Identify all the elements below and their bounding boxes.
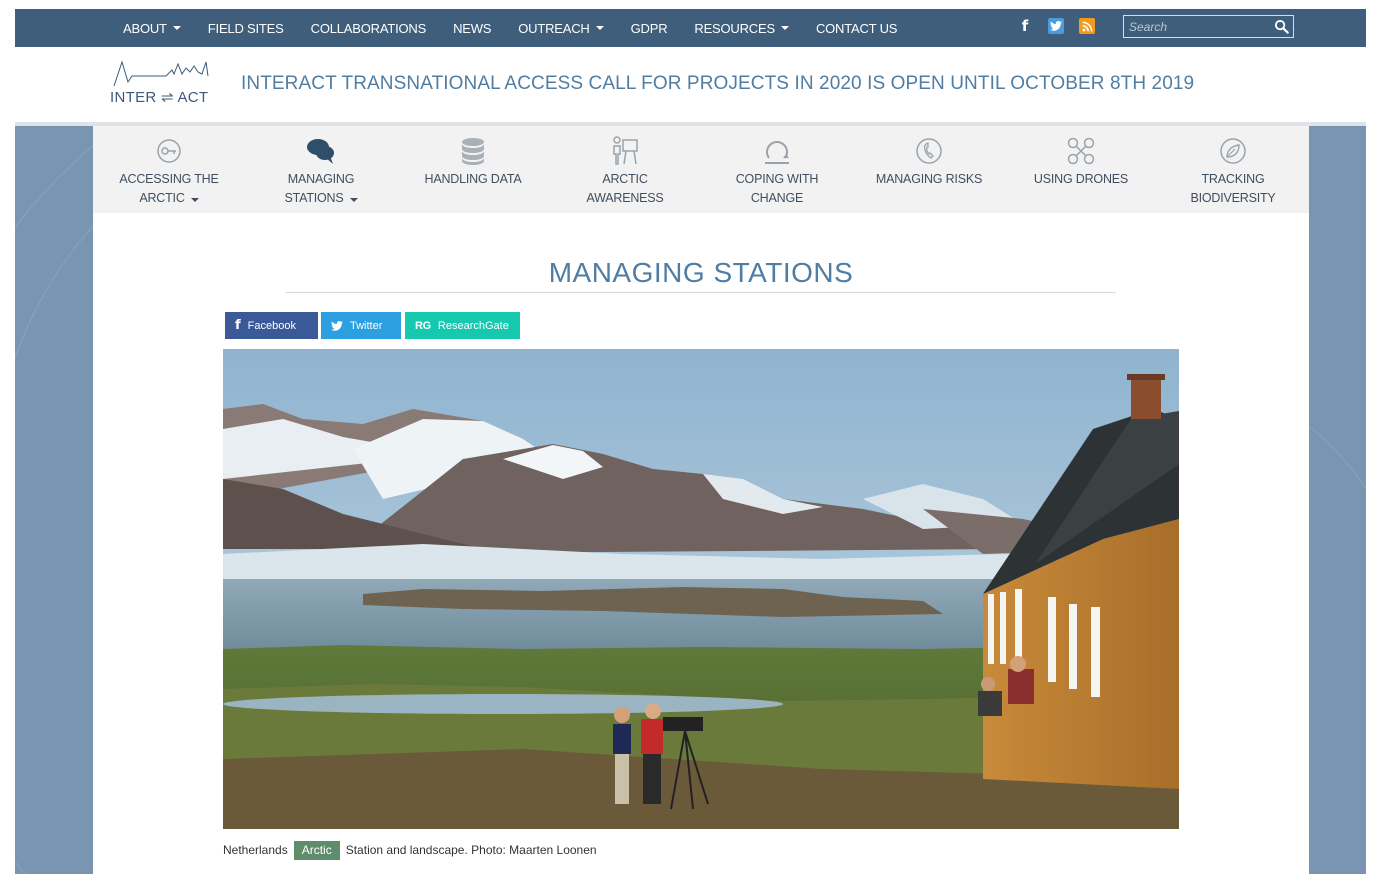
nav-item-gdpr[interactable]: GDPR (631, 21, 668, 36)
caption-text-before: Netherlands (223, 843, 288, 857)
nav-item-label: GDPR (630, 20, 668, 36)
landscape-illustration (223, 349, 1179, 829)
right-side-background (1309, 126, 1366, 874)
station-landscape-photo (223, 349, 1179, 829)
page-title: MANAGING STATIONS (548, 257, 854, 288)
cat-label: TRACKING BIODIVERSITY (1157, 170, 1309, 208)
cat-label: MANAGING RISKS (853, 170, 1005, 189)
share-twitter-button[interactable]: Twitter (321, 312, 401, 339)
caret-down-icon (172, 26, 181, 30)
twitter-icon (331, 320, 343, 331)
nav-item-label: ABOUT (123, 20, 167, 36)
cat-label: ACCESSING THE ARCTIC (93, 170, 245, 208)
share-researchgate-button[interactable]: RG ResearchGate (405, 312, 520, 339)
cat-label-line2-wrap: ARCTIC (93, 189, 245, 208)
share-facebook-label: Facebook (247, 319, 296, 332)
nav-item-label: OUTREACH (518, 20, 590, 36)
caret-down-icon (349, 198, 358, 202)
interact-logo[interactable]: INTER ⇌ ACT (110, 60, 210, 106)
photo-caption: Netherlands Arctic Station and landscape… (223, 840, 597, 860)
logo-mountain-icon (113, 60, 209, 87)
nav-item-field-sites[interactable]: FIELD SITES (208, 21, 284, 36)
nav-item-collaborations[interactable]: COLLABORATIONS (310, 20, 427, 36)
caret-down-icon (595, 26, 604, 30)
nav-item-label: FIELD SITES (207, 20, 284, 36)
nav-item-news[interactable]: NEWS (453, 21, 491, 36)
cat-label: MANAGING STATIONS (245, 170, 397, 208)
cat-label: ARCTIC AWARENESS (549, 170, 701, 208)
cat-label: HANDLING DATA (397, 170, 549, 189)
top-navigation-bar: ABOUT FIELD SITES COLLABORATIONS NEWS OU… (15, 9, 1366, 47)
key-icon (157, 139, 181, 163)
cycle-icon (765, 141, 789, 164)
nav-item-outreach[interactable]: OUTREACH (518, 20, 604, 36)
cat-coping-with-change[interactable]: COPING WITH CHANGE (701, 126, 853, 213)
twitter-icon[interactable] (1048, 18, 1064, 34)
cat-label-line1: ACCESSING THE (119, 172, 219, 186)
share-researchgate-label: ResearchGate (437, 319, 509, 332)
cat-accessing-the-arctic[interactable]: ACCESSING THE ARCTIC (93, 126, 245, 213)
nav-item-contact-us[interactable]: CONTACT US (815, 20, 898, 36)
database-icon (462, 138, 484, 165)
share-twitter-label: Twitter (350, 319, 383, 332)
cat-managing-stations[interactable]: MANAGING STATIONS (245, 126, 397, 213)
logo-text: INTER ⇌ ACT (110, 89, 209, 106)
announcement-banner[interactable]: INTERACT TRANSNATIONAL ACCESS CALL FOR P… (241, 73, 1194, 95)
researchgate-icon: RG (415, 319, 431, 332)
rss-icon[interactable] (1079, 18, 1095, 34)
cat-label-line2: STATIONS (284, 191, 344, 205)
cat-label: USING DRONES (1005, 170, 1157, 189)
social-links: f (1017, 17, 1110, 35)
cat-arctic-awareness[interactable]: ARCTIC AWARENESS (549, 126, 701, 213)
caret-down-icon (190, 198, 199, 202)
caret-down-icon (780, 26, 789, 30)
cat-label-line2: BIODIVERSITY (1190, 191, 1276, 205)
cat-label-line1: USING DRONES (1033, 172, 1129, 186)
cat-using-drones[interactable]: USING DRONES (1005, 126, 1157, 213)
nav-item-label: NEWS (453, 20, 492, 36)
cat-managing-risks[interactable]: MANAGING RISKS (853, 126, 1005, 213)
nav-item-label: CONTACT US (815, 20, 898, 36)
cat-label-line1: MANAGING RISKS (875, 172, 983, 186)
cat-label-line1: TRACKING (1201, 172, 1265, 186)
nav-item-label: COLLABORATIONS (310, 20, 427, 36)
nav-item-about[interactable]: ABOUT (123, 21, 181, 36)
share-facebook-button[interactable]: f Facebook (225, 312, 318, 339)
category-navigation: ACCESSING THE ARCTIC MANAGING STATIONS H… (93, 126, 1309, 213)
cat-label-line1: HANDLING DATA (424, 172, 522, 186)
cat-label-line2: CHANGE (750, 191, 804, 205)
cat-label-line1: MANAGING (287, 172, 355, 186)
facebook-icon[interactable]: f (1017, 17, 1033, 35)
phone-icon (916, 138, 942, 164)
drone-icon (1067, 137, 1095, 165)
cat-handling-data[interactable]: HANDLING DATA (397, 126, 549, 213)
chat-bubbles-icon (307, 139, 334, 164)
leaf-icon (1220, 138, 1246, 164)
facebook-icon: f (235, 318, 241, 333)
cat-tracking-biodiversity[interactable]: TRACKING BIODIVERSITY (1157, 126, 1309, 213)
left-side-background (15, 126, 93, 874)
top-nav-menu: ABOUT FIELD SITES COLLABORATIONS NEWS OU… (123, 9, 924, 47)
cat-label-line2: AWARENESS (586, 191, 664, 205)
search-icon[interactable] (1274, 19, 1289, 34)
search-box (1123, 15, 1294, 38)
nav-item-label: RESOURCES (694, 20, 775, 36)
title-divider (286, 292, 1116, 293)
caption-tag-arctic[interactable]: Arctic (293, 840, 340, 860)
cat-label-line1: ARCTIC (602, 172, 648, 186)
presenter-icon (613, 136, 638, 165)
caption-text-after: Station and landscape. Photo: Maarten Lo… (345, 843, 597, 857)
cat-label-line1: COPING WITH (735, 172, 819, 186)
cat-label-line2: ARCTIC (139, 191, 185, 205)
cat-label-line2-wrap: STATIONS (245, 189, 397, 208)
search-input[interactable] (1124, 16, 1269, 37)
cat-label: COPING WITH CHANGE (701, 170, 853, 208)
nav-item-resources[interactable]: RESOURCES (694, 21, 789, 36)
